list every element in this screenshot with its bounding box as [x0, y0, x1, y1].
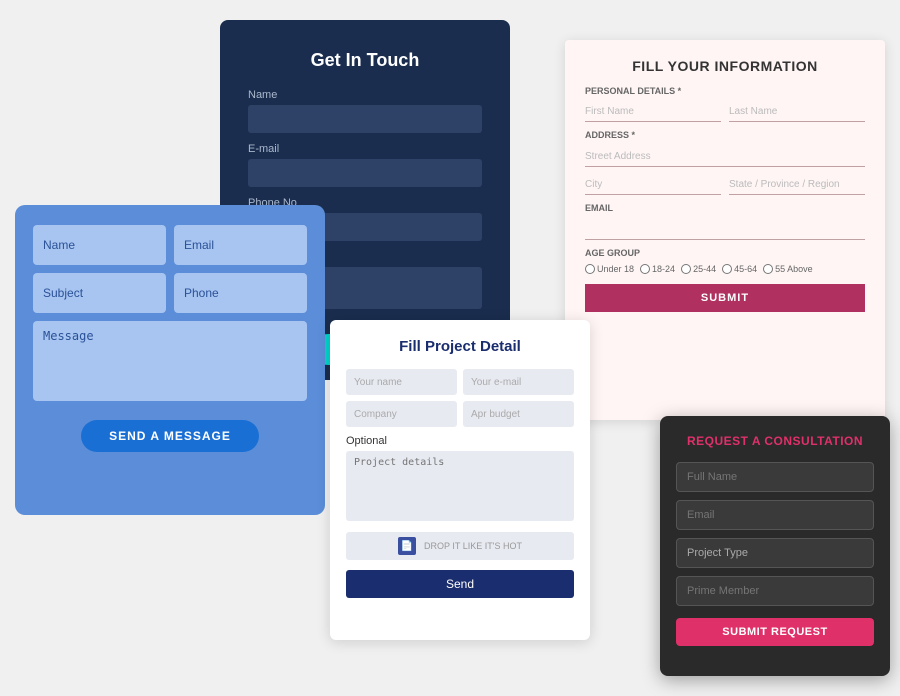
project-type-select[interactable]: Project Type: [676, 538, 874, 568]
project-send-button[interactable]: Send: [346, 570, 574, 598]
last-name-input[interactable]: [729, 102, 865, 122]
fill-info-card: FILL YOUR INFORMATION PERSONAL DETAILS *…: [565, 40, 885, 420]
email-input[interactable]: [248, 159, 482, 187]
send-button[interactable]: SEND A MESSAGE: [81, 420, 259, 452]
name-input[interactable]: [33, 225, 166, 265]
message-textarea[interactable]: [33, 321, 307, 401]
email-section-label: EMAIL: [585, 203, 865, 213]
fields-row1: [33, 225, 307, 265]
consultation-submit-button[interactable]: SUBMIT REQUEST: [676, 618, 874, 646]
street-address-input[interactable]: [585, 147, 865, 167]
your-name-input[interactable]: [346, 369, 457, 395]
first-name-input[interactable]: [585, 102, 721, 122]
age-45-64[interactable]: 45-64: [722, 264, 757, 274]
your-email-input[interactable]: [463, 369, 574, 395]
consultation-title: REQUEST A CONSULTATION: [676, 434, 874, 448]
name-input[interactable]: [248, 105, 482, 133]
name-label: Name: [248, 89, 482, 101]
project-details-textarea[interactable]: [346, 451, 574, 521]
fill-info-title: FILL YOUR INFORMATION: [585, 58, 865, 74]
name-email-row: [346, 369, 574, 395]
age-group-label: AGE GROUP: [585, 248, 865, 258]
company-budget-row: [346, 401, 574, 427]
project-detail-card: Fill Project Detail Optional 📄 DROP IT L…: [330, 320, 590, 640]
age-18-24[interactable]: 18-24: [640, 264, 675, 274]
name-row: [585, 102, 865, 122]
drop-label: DROP IT LIKE IT'S HOT: [424, 541, 522, 551]
email-input[interactable]: [585, 220, 865, 240]
consultation-email-input[interactable]: [676, 500, 874, 530]
blue-simple-card: SEND A MESSAGE: [15, 205, 325, 515]
age-55-above[interactable]: 55 Above: [763, 264, 813, 274]
email-label: E-mail: [248, 143, 482, 155]
address-label: ADDRESS *: [585, 130, 865, 140]
budget-input[interactable]: [463, 401, 574, 427]
company-input[interactable]: [346, 401, 457, 427]
consultation-card: REQUEST A CONSULTATION Project Type SUBM…: [660, 416, 890, 676]
file-icon: 📄: [398, 537, 416, 555]
email-input[interactable]: [174, 225, 307, 265]
city-input[interactable]: [585, 175, 721, 195]
get-in-touch-title: Get In Touch: [248, 50, 482, 71]
age-25-44[interactable]: 25-44: [681, 264, 716, 274]
message-area: [33, 321, 307, 406]
phone-input[interactable]: [174, 273, 307, 313]
project-title: Fill Project Detail: [346, 338, 574, 355]
personal-details-label: PERSONAL DETAILS *: [585, 86, 865, 96]
subject-input[interactable]: [33, 273, 166, 313]
drop-zone[interactable]: 📄 DROP IT LIKE IT'S HOT: [346, 532, 574, 560]
age-group-radios: Under 18 18-24 25-44 45-64 55 Above: [585, 264, 865, 274]
prime-member-input[interactable]: [676, 576, 874, 606]
optional-label: Optional: [346, 435, 574, 447]
state-input[interactable]: [729, 175, 865, 195]
fields-row2: [33, 273, 307, 313]
age-under18[interactable]: Under 18: [585, 264, 634, 274]
city-state-row: [585, 175, 865, 195]
full-name-input[interactable]: [676, 462, 874, 492]
fill-info-submit-button[interactable]: SUBMIT: [585, 284, 865, 312]
